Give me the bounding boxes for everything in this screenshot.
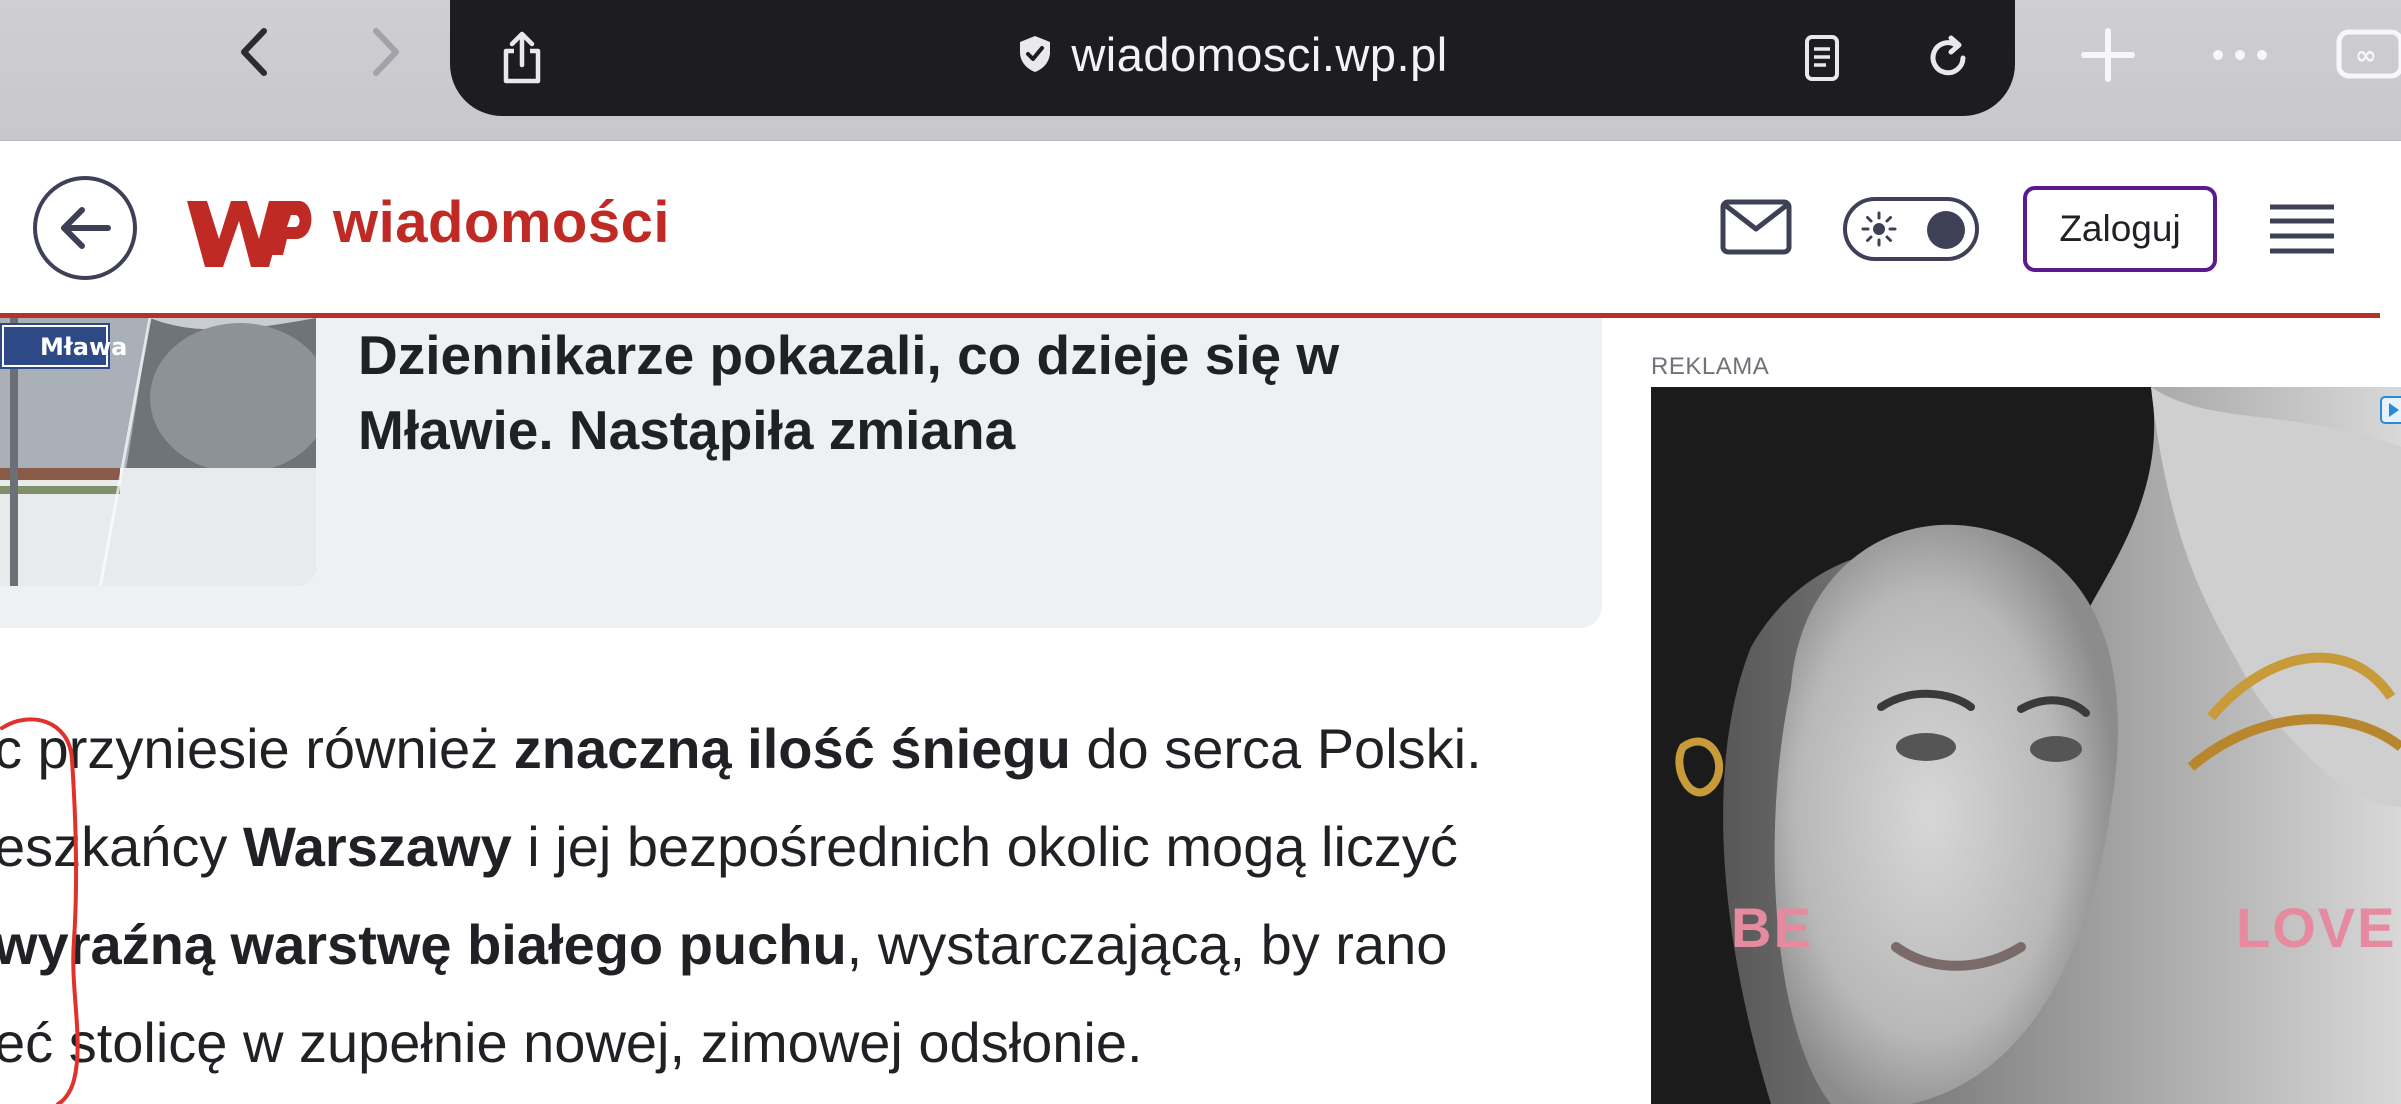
reload-button[interactable] — [1916, 26, 1980, 90]
ad-choices-icon[interactable] — [2379, 395, 2401, 425]
logo-text: wiadomości — [333, 190, 670, 255]
chevron-right-icon — [373, 28, 399, 76]
mail-button[interactable] — [1720, 199, 1792, 255]
arrow-left-icon — [61, 207, 111, 249]
new-tab-button[interactable] — [2073, 20, 2143, 90]
sun-icon — [1861, 211, 1897, 247]
article-text: , wystarczającą, by rano — [846, 913, 1448, 976]
article-text: do serca Polski. — [1070, 717, 1482, 780]
reload-icon — [1930, 35, 1966, 76]
address-bar[interactable]: wiadomosci.wp.pl — [450, 0, 2015, 116]
article-emphasis: wyraźną warstwę białego puchu — [0, 913, 847, 976]
url-text: wiadomosci.wp.pl — [1071, 27, 1448, 81]
ad-banner[interactable]: BE LOVE — [1651, 387, 2401, 1104]
reader-mode-icon — [1805, 35, 1839, 81]
browser-back-button[interactable] — [222, 20, 286, 84]
ad-text: LOVE — [2236, 896, 2397, 959]
article-emphasis: znaczną ilość śniegu — [513, 717, 1071, 780]
menu-button[interactable] — [2268, 201, 2336, 257]
chevron-left-icon — [241, 28, 267, 76]
svg-text:∞: ∞ — [2355, 41, 2377, 71]
ellipsis-icon — [2213, 50, 2267, 60]
article-line: c przyniesie również znaczną ilość śnieg… — [0, 700, 1594, 798]
tabs-overview-icon: ∞ — [2336, 29, 2401, 79]
related-article-thumbnail: Mława — [0, 318, 316, 586]
site-header: wiadomości Zaloguj — [0, 141, 2401, 313]
toggle-knob — [1927, 211, 1965, 249]
article-text: i jej bezpośrednich okolic mogą liczyć — [511, 815, 1458, 878]
reader-mode-button[interactable] — [1790, 26, 1854, 90]
theme-toggle[interactable] — [1843, 197, 1979, 261]
browser-forward-button[interactable] — [354, 20, 418, 84]
article-emphasis: Warszawy — [243, 815, 512, 878]
article-line: eć stolicę w zupełnie nowej, zimowej ods… — [0, 994, 1594, 1092]
related-article-title[interactable]: Dziennikarze pokazali, co dzieje się w M… — [358, 318, 1538, 468]
url-field[interactable]: wiadomosci.wp.pl — [450, 24, 2015, 84]
red-pen-annotation — [0, 717, 80, 1104]
ad-label: REKLAMA — [1651, 353, 1770, 380]
hamburger-menu-icon — [2270, 204, 2334, 254]
article-line: wyraźną warstwę białego puchu, wystarcza… — [0, 896, 1594, 994]
plus-icon — [2081, 28, 2135, 82]
site-logo[interactable]: wiadomości — [183, 183, 670, 283]
browser-toolbar: wiadomosci.wp.pl ∞ — [0, 0, 2401, 141]
related-title-line: Dziennikarze pokazali, co dzieje się w — [358, 324, 1340, 386]
back-button[interactable] — [33, 176, 137, 280]
shield-check-icon — [1020, 36, 1051, 72]
tabs-overview-button[interactable]: ∞ — [2335, 24, 2401, 84]
article-line: eszkańcy Warszawy i jej bezpośrednich ok… — [0, 798, 1594, 896]
ad-photo — [1651, 387, 2401, 1104]
wp-logo-icon — [187, 201, 312, 267]
article-text: eć stolicę w zupełnie nowej, zimowej ods… — [0, 1011, 1143, 1074]
thumbnail-sign-text: Mława — [40, 333, 127, 361]
login-button[interactable]: Zaloguj — [2023, 186, 2217, 272]
related-article-card[interactable]: Mława Dziennikarze pokazali, co dzieje s… — [0, 318, 1602, 628]
ad-text: BE — [1731, 896, 1813, 959]
related-title-line: Mławie. Nastąpiła zmiana — [358, 399, 1016, 461]
mail-icon — [1720, 199, 1792, 255]
article-body: c przyniesie również znaczną ilość śnieg… — [0, 700, 1594, 1092]
more-options-button[interactable] — [2205, 20, 2275, 90]
